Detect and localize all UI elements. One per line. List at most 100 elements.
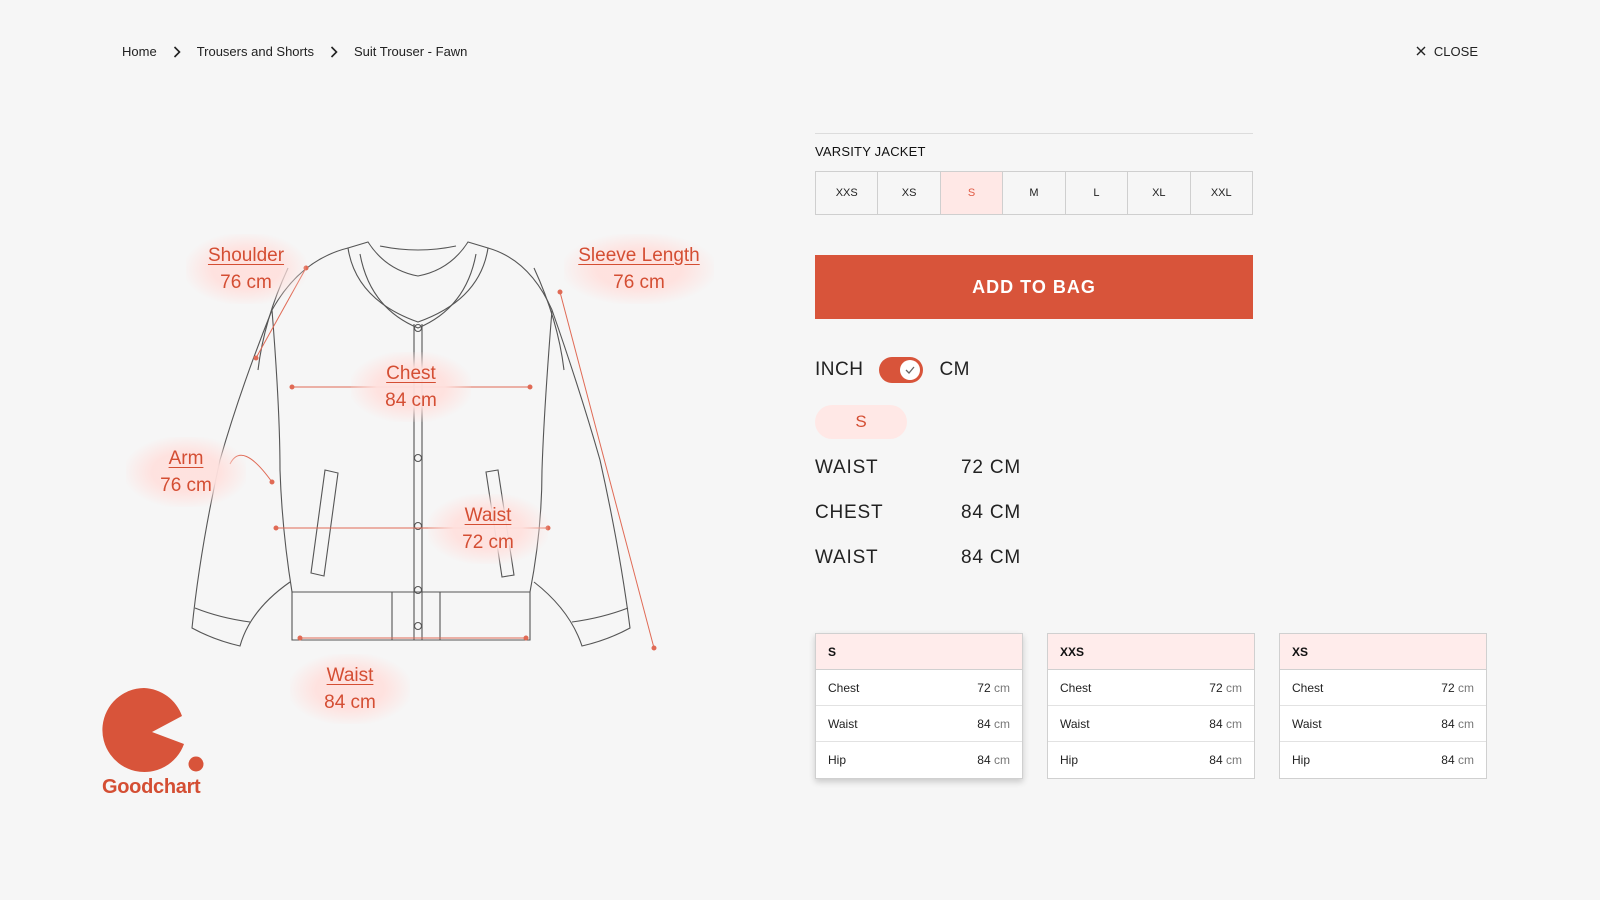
goodchart-logo <box>102 688 212 788</box>
close-icon <box>1416 44 1426 59</box>
callout-chest: Chest 84 cm <box>351 352 471 422</box>
callout-sleeve-value: 76 cm <box>613 272 665 293</box>
size-option-s[interactable]: S <box>940 172 1004 214</box>
row-number: 84 <box>1209 716 1223 731</box>
unit-toggle[interactable] <box>879 357 924 383</box>
measurement-list: WAIST 72 CM CHEST 84 CM WAIST 84 CM <box>815 445 1253 580</box>
row-unit: cm <box>994 680 1010 695</box>
row-number: 72 <box>977 680 991 695</box>
row-number: 84 <box>977 753 991 767</box>
size-option-xl[interactable]: XL <box>1128 172 1191 214</box>
unit-inch-label: INCH <box>815 359 864 380</box>
size-option-xs[interactable]: XS <box>878 172 941 214</box>
measurement-label: WAIST <box>815 546 879 568</box>
size-card-title: XXS <box>1048 634 1254 670</box>
size-card-row: Chest 72 cm <box>816 670 1022 706</box>
callout-hem-label: Waist <box>326 665 374 686</box>
unit-cm-label: CM <box>939 359 971 380</box>
size-card-row: Waist 84 cm <box>816 706 1022 742</box>
row-number: 72 <box>1441 680 1455 695</box>
row-label: Chest <box>1060 680 1092 695</box>
close-button[interactable]: CLOSE <box>1416 44 1478 59</box>
size-option-xxs[interactable]: XXS <box>816 172 879 214</box>
row-number: 84 <box>1209 753 1223 767</box>
row-unit: cm <box>1226 753 1242 767</box>
row-label: Waist <box>828 716 858 731</box>
row-unit: cm <box>994 716 1010 731</box>
callout-arm-value: 76 cm <box>160 475 212 496</box>
row-label: Hip <box>1292 753 1311 767</box>
row-label: Hip <box>1060 753 1079 767</box>
unit-toggle-row: INCH CM <box>815 357 1253 383</box>
brand-name: Goodchart <box>102 776 201 798</box>
size-card-row: Hip 84 cm <box>1280 742 1486 778</box>
size-card-row: Hip 84 cm <box>1048 742 1254 778</box>
selected-size-badge: S <box>815 405 907 439</box>
row-unit: cm <box>994 753 1010 767</box>
callout-sleeve-label: Sleeve Length <box>578 245 700 266</box>
row-unit: cm <box>1458 680 1474 695</box>
size-option-m[interactable]: M <box>1003 172 1066 214</box>
size-card-xs[interactable]: XS Chest 72 cm Waist 84 cm Hip 84 cm <box>1279 633 1487 779</box>
size-card-row: Chest 72 cm <box>1048 670 1254 706</box>
breadcrumb-category[interactable]: Trousers and Shorts <box>197 44 314 59</box>
jacket-left-pocket <box>310 469 339 577</box>
row-number: 84 <box>977 716 991 731</box>
breadcrumb: Home Trousers and Shorts Suit Trouser - … <box>122 44 467 59</box>
row-number: 84 <box>1441 716 1455 731</box>
measurement-value: 84 CM <box>961 546 1021 568</box>
breadcrumb-home[interactable]: Home <box>122 44 157 59</box>
row-unit: cm <box>1458 716 1474 731</box>
row-value: 84 cm <box>977 753 1010 767</box>
size-card-row: Waist 84 cm <box>1048 706 1254 742</box>
measurement-value: 84 CM <box>961 501 1021 523</box>
row-value: 84 cm <box>977 717 1010 731</box>
breadcrumb-current: Suit Trouser - Fawn <box>353 44 468 59</box>
row-label: Chest <box>828 680 860 695</box>
check-icon <box>900 360 921 380</box>
size-card-row: Waist 84 cm <box>1280 706 1486 742</box>
size-card-s[interactable]: S Chest 72 cm Waist 84 cm Hip 84 cm <box>815 633 1023 779</box>
size-selector: XXS XS S M L XL XXL <box>815 171 1253 215</box>
product-name: VARSITY JACKET <box>815 144 926 159</box>
measurement-label: WAIST <box>815 456 879 478</box>
callout-shoulder-value: 76 cm <box>220 272 272 293</box>
callout-hem-waist: Waist 84 cm <box>290 654 410 724</box>
callout-sleeve-length: Sleeve Length 76 cm <box>564 234 714 304</box>
size-card-title: S <box>816 634 1022 670</box>
callout-arm-label: Arm <box>168 448 204 469</box>
close-label: CLOSE <box>1433 44 1478 59</box>
row-label: Hip <box>828 753 847 767</box>
row-value: 84 cm <box>1441 717 1474 731</box>
goodchart-logo-icon <box>102 688 204 772</box>
callout-arm: Arm 76 cm <box>126 437 246 507</box>
row-value: 72 cm <box>1441 681 1474 695</box>
measurement-row: CHEST 84 CM <box>815 490 1253 535</box>
row-value: 84 cm <box>1441 753 1474 767</box>
row-number: 84 <box>1441 753 1455 767</box>
row-value: 72 cm <box>1209 681 1242 695</box>
measurement-row: WAIST 72 CM <box>815 445 1253 490</box>
jacket-size-illustration: Shoulder 76 cm Sleeve Length 76 cm Chest… <box>126 230 750 724</box>
size-option-l[interactable]: L <box>1066 172 1129 214</box>
callout-chest-label: Chest <box>386 363 436 384</box>
measurement-label: CHEST <box>815 501 884 523</box>
callout-waist: Waist 72 cm <box>428 494 548 564</box>
divider <box>815 133 1253 134</box>
callout-waist-label: Waist <box>464 505 512 526</box>
callout-hem-value: 84 cm <box>324 692 376 713</box>
callout-shoulder-label: Shoulder <box>207 245 285 266</box>
row-unit: cm <box>1458 753 1474 767</box>
add-to-bag-button[interactable]: ADD TO BAG <box>815 255 1253 319</box>
chevron-right-icon <box>157 45 197 58</box>
size-card-row: Chest 72 cm <box>1280 670 1486 706</box>
row-label: Waist <box>1292 716 1322 731</box>
callout-chest-value: 84 cm <box>385 390 437 411</box>
row-label: Chest <box>1292 680 1324 695</box>
row-value: 84 cm <box>1209 717 1242 731</box>
size-card-xxs[interactable]: XXS Chest 72 cm Waist 84 cm Hip 84 cm <box>1047 633 1255 779</box>
size-panel: VARSITY JACKET XXS XS S M L XL XXL ADD T… <box>815 133 1253 580</box>
size-option-xxl[interactable]: XXL <box>1191 172 1252 214</box>
row-number: 72 <box>1209 680 1223 695</box>
row-value: 84 cm <box>1209 753 1242 767</box>
